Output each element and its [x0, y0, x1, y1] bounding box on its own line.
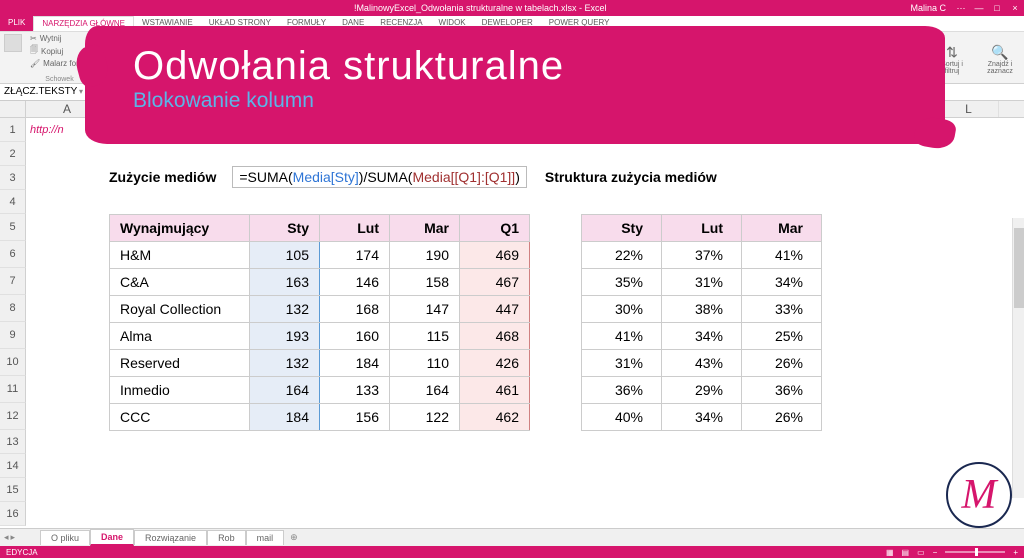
row-head[interactable]: 7: [0, 268, 26, 295]
formula-cell[interactable]: =SUMA(Media[Sty])/SUMA(Media[[Q1]:[Q1]]): [232, 166, 527, 188]
select-all-corner[interactable]: [0, 101, 26, 117]
row-head[interactable]: 10: [0, 349, 26, 376]
row-head[interactable]: 3: [0, 166, 26, 190]
col-q1[interactable]: Q1: [460, 215, 530, 242]
banner-subtitle: Blokowanie kolumn: [133, 89, 897, 113]
col-head-l[interactable]: L: [939, 101, 999, 117]
row-head[interactable]: 5: [0, 214, 26, 241]
row-head[interactable]: 16: [0, 502, 26, 526]
table-row: CCC184156122462: [110, 404, 530, 431]
sheet-tab-rozwiazanie[interactable]: Rozwiązanie: [134, 530, 207, 545]
sheet-tab-dane[interactable]: Dane: [90, 529, 134, 546]
undo-icon[interactable]: [32, 3, 42, 13]
view-normal-icon[interactable]: ▦: [886, 548, 894, 557]
col-sty[interactable]: Sty: [250, 215, 320, 242]
table-row: 41%34%25%: [582, 323, 822, 350]
close-button[interactable]: ×: [1006, 3, 1024, 13]
paste-button[interactable]: [4, 34, 22, 52]
tab-plik[interactable]: PLIK: [0, 16, 33, 31]
col-sty-pct[interactable]: Sty: [582, 215, 662, 242]
sheet-tab-mail[interactable]: mail: [246, 530, 285, 545]
usage-label: Zużycie mediów: [109, 169, 216, 185]
table-header-row: Wynajmujący Sty Lut Mar Q1: [110, 215, 530, 242]
col-lut[interactable]: Lut: [320, 215, 390, 242]
minimize-button[interactable]: —: [970, 3, 988, 13]
vertical-scrollbar[interactable]: [1012, 218, 1024, 498]
save-icon[interactable]: [18, 3, 28, 13]
table-row: 30%38%33%: [582, 296, 822, 323]
status-mode: EDYCJA: [6, 548, 38, 557]
table-row: 22%37%41%: [582, 242, 822, 269]
view-break-icon[interactable]: ▭: [917, 548, 925, 557]
row-head[interactable]: 8: [0, 295, 26, 322]
excel-icon: [4, 3, 14, 13]
paste-icon: [4, 34, 22, 52]
view-layout-icon[interactable]: ▤: [902, 548, 910, 557]
structure-label: Struktura zużycia mediów: [545, 169, 717, 185]
row-head[interactable]: 9: [0, 322, 26, 349]
qat: [0, 3, 56, 13]
table-row: Reserved132184110426: [110, 350, 530, 377]
brand-logo: M: [946, 462, 1012, 528]
name-box[interactable]: ZŁĄCZ.TEKSTY ▾: [0, 84, 88, 101]
worksheet[interactable]: 1 2 3 4 5 6 7 8 9 10 11 12 13 14 15 16 h…: [0, 118, 1024, 528]
status-bar: EDYCJA ▦ ▤ ▭ − +: [0, 546, 1024, 558]
media-table[interactable]: Wynajmujący Sty Lut Mar Q1 H&M1051741904…: [109, 214, 530, 431]
row-head[interactable]: 13: [0, 430, 26, 454]
redo-icon[interactable]: [46, 3, 56, 13]
row-head[interactable]: 4: [0, 190, 26, 214]
table-row: C&A163146158467: [110, 269, 530, 296]
row-headers: 1 2 3 4 5 6 7 8 9 10 11 12 13 14 15 16: [0, 118, 26, 526]
table-header-row: Sty Lut Mar: [582, 215, 822, 242]
sheet-nav[interactable]: ◂▸: [0, 532, 40, 543]
row-head[interactable]: 1: [0, 118, 26, 142]
chevron-down-icon[interactable]: ▾: [79, 87, 83, 96]
table-row: Alma193160115468: [110, 323, 530, 350]
scrollbar-thumb[interactable]: [1014, 228, 1024, 308]
structure-table[interactable]: Sty Lut Mar 22%37%41% 35%31%34% 30%38%33…: [581, 214, 822, 431]
maximize-button[interactable]: □: [988, 3, 1006, 13]
row-head[interactable]: 2: [0, 142, 26, 166]
col-lut-pct[interactable]: Lut: [662, 215, 742, 242]
table-row: Royal Collection132168147447: [110, 296, 530, 323]
col-mar[interactable]: Mar: [390, 215, 460, 242]
table-row: 36%29%36%: [582, 377, 822, 404]
row-head[interactable]: 6: [0, 241, 26, 268]
col-mar-pct[interactable]: Mar: [742, 215, 822, 242]
zoom-out-button[interactable]: −: [933, 548, 938, 557]
table-row: 31%43%26%: [582, 350, 822, 377]
sheet-tab-bar: ◂▸ O pliku Dane Rozwiązanie Rob mail ⊕: [0, 528, 1024, 546]
zoom-in-button[interactable]: +: [1013, 548, 1018, 557]
sheet-tab-rob[interactable]: Rob: [207, 530, 246, 545]
table-row: 40%34%26%: [582, 404, 822, 431]
ribbon-opts-icon[interactable]: ⋯: [952, 3, 970, 14]
row-head[interactable]: 12: [0, 403, 26, 430]
sheet-tab-opliku[interactable]: O pliku: [40, 530, 90, 545]
group-find: 🔍 Znajdź i zaznacz: [976, 32, 1024, 83]
title-banner: Odwołania strukturalne Blokowanie kolumn: [85, 26, 945, 144]
add-sheet-button[interactable]: ⊕: [284, 532, 304, 543]
find-select-button[interactable]: 🔍 Znajdź i zaznacz: [982, 42, 1018, 75]
row-head[interactable]: 15: [0, 478, 26, 502]
window-title: !MalinowyExcel_Odwołania strukturalne w …: [56, 3, 904, 13]
title-bar: !MalinowyExcel_Odwołania strukturalne w …: [0, 0, 1024, 16]
user-name[interactable]: Malina C: [904, 3, 952, 13]
table-row: Inmedio164133164461: [110, 377, 530, 404]
row-head[interactable]: 11: [0, 376, 26, 403]
table-row: H&M105174190469: [110, 242, 530, 269]
binoculars-icon: 🔍: [982, 44, 1018, 61]
zoom-slider[interactable]: [945, 551, 1005, 553]
table-row: 35%31%34%: [582, 269, 822, 296]
col-wynajmujacy[interactable]: Wynajmujący: [110, 215, 250, 242]
row-head[interactable]: 14: [0, 454, 26, 478]
banner-title: Odwołania strukturalne: [133, 44, 897, 89]
